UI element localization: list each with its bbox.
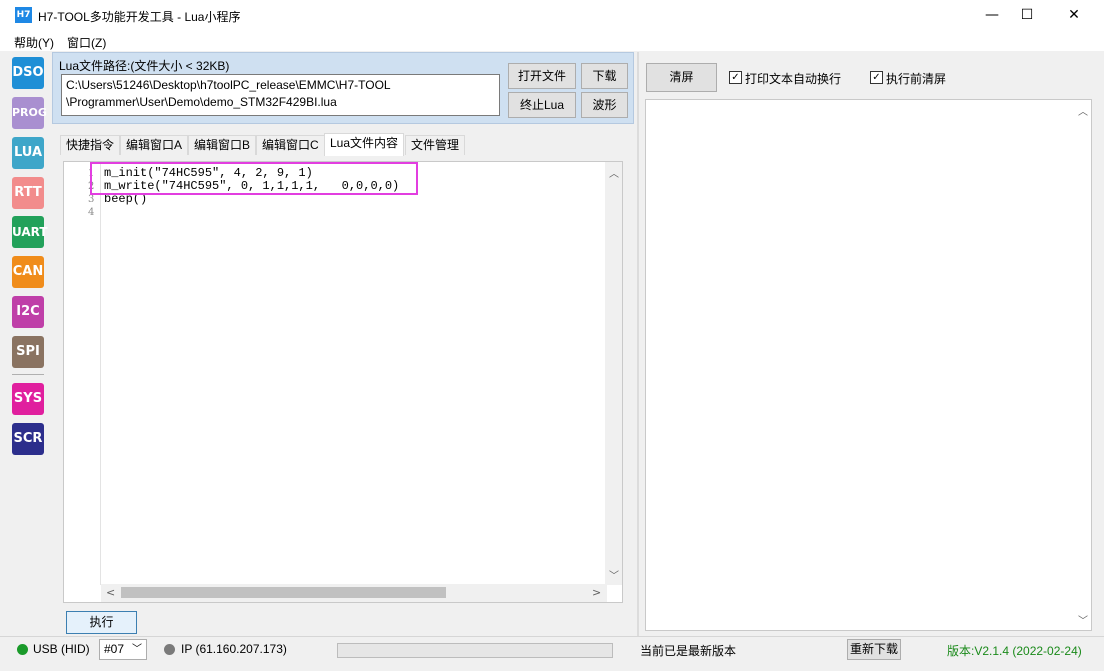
panel-splitter[interactable]: [637, 52, 639, 636]
device-select[interactable]: #07 ﹀: [99, 639, 147, 660]
clear-before-run-checkbox[interactable]: ✓: [870, 71, 883, 84]
sidebar-item-prog[interactable]: PROG: [12, 97, 47, 129]
sidebar-item-lua[interactable]: LUA: [12, 137, 44, 169]
tab-edit-a[interactable]: 编辑窗口A: [120, 135, 189, 155]
line-number-gutter: 1 2 3 4: [64, 162, 101, 585]
scroll-down-icon[interactable]: ﹀: [609, 567, 619, 582]
status-bar: USB (HID) #07 ﹀ IP (61.160.207.173) 当前已是…: [0, 636, 1104, 661]
scroll-down-icon[interactable]: ﹀: [1078, 612, 1088, 627]
chevron-down-icon: ﹀: [132, 644, 142, 655]
scroll-left-icon[interactable]: <: [106, 586, 115, 599]
line-number: 4: [88, 207, 95, 218]
scroll-right-icon[interactable]: >: [592, 586, 601, 599]
download-button[interactable]: 下载: [581, 63, 628, 89]
sidebar-item-uart[interactable]: UART: [12, 216, 48, 248]
waveform-button[interactable]: 波形: [581, 92, 628, 118]
clear-before-run-label: 执行前清屏: [886, 72, 947, 86]
sidebar-item-scr[interactable]: SCR: [12, 423, 44, 455]
output-vertical-scrollbar[interactable]: ︿ ﹀: [1074, 100, 1091, 630]
clear-screen-button[interactable]: 清屏: [646, 63, 717, 92]
code-highlight-box: [90, 162, 418, 195]
download-progress-bar: [337, 643, 613, 658]
lua-path-panel: Lua文件路径:(文件大小 < 32KB) C:\Users\51246\Des…: [52, 52, 634, 124]
execute-button[interactable]: 执行: [66, 611, 137, 634]
window-title: H7-TOOL多功能开发工具 - Lua小程序: [38, 10, 241, 24]
lua-path-field[interactable]: C:\Users\51246\Desktop\h7toolPC_release\…: [61, 74, 500, 116]
sidebar-item-rtt[interactable]: RTT: [12, 177, 44, 209]
sidebar-item-spi[interactable]: SPI: [12, 336, 44, 368]
ip-status-icon: [164, 644, 175, 655]
update-status: 当前已是最新版本: [640, 644, 737, 658]
sidebar-item-sys[interactable]: SYS: [12, 383, 44, 415]
close-button[interactable]: ✕: [1051, 0, 1097, 31]
tab-quick-commands[interactable]: 快捷指令: [60, 135, 121, 155]
app-icon: H7: [15, 7, 32, 23]
menu-window[interactable]: 窗口(Z): [67, 34, 106, 51]
sidebar-divider: [12, 374, 44, 375]
redownload-button[interactable]: 重新下载: [847, 639, 901, 660]
usb-status-icon: [17, 644, 28, 655]
scroll-up-icon[interactable]: ︿: [1078, 103, 1088, 118]
tab-lua-file-content[interactable]: Lua文件内容: [324, 133, 405, 156]
lua-path-label: Lua文件路径:(文件大小 < 32KB): [59, 59, 230, 73]
menu-bar: 帮助(Y) 窗口(Z): [0, 31, 1104, 51]
line-number: 3: [88, 194, 95, 205]
tab-file-manager[interactable]: 文件管理: [405, 135, 466, 155]
sidebar-item-can[interactable]: CAN: [12, 256, 44, 288]
tab-edit-b[interactable]: 编辑窗口B: [188, 135, 257, 155]
output-toolbar: 清屏 ✓ 打印文本自动换行 ✓ 执行前清屏: [640, 55, 1092, 97]
menu-help[interactable]: 帮助(Y): [14, 34, 54, 51]
version-label: 版本:V2.1.4 (2022-02-24): [947, 644, 1082, 658]
wrap-checkbox-label: 打印文本自动换行: [745, 72, 842, 86]
stop-lua-button[interactable]: 终止Lua: [508, 92, 576, 118]
lua-path-line2: \Programmer\User\Demo\demo_STM32F429BI.l…: [66, 95, 337, 109]
title-bar: H7 H7-TOOL多功能开发工具 - Lua小程序 — ☐ ✕: [0, 0, 1104, 31]
device-select-value: #07: [104, 642, 125, 656]
horizontal-scroll-thumb[interactable]: [121, 587, 446, 598]
open-file-button[interactable]: 打开文件: [508, 63, 576, 89]
editor-vertical-scrollbar[interactable]: ︿ ﹀: [605, 162, 622, 585]
scroll-up-icon[interactable]: ︿: [609, 165, 619, 180]
sidebar-item-i2c[interactable]: I2C: [12, 296, 44, 328]
wrap-checkbox[interactable]: ✓: [729, 71, 742, 84]
maximize-button[interactable]: ☐: [1004, 0, 1050, 31]
sidebar-item-dso[interactable]: DSO: [12, 57, 44, 89]
code-editor[interactable]: 1 2 3 4 m_init("74HC595", 4, 2, 9, 1) m_…: [63, 161, 623, 603]
lua-path-line1: C:\Users\51246\Desktop\h7toolPC_release\…: [66, 78, 391, 92]
tab-edit-c[interactable]: 编辑窗口C: [256, 135, 325, 155]
usb-status: USB (HID): [33, 642, 90, 656]
ip-status: IP (61.160.207.173): [181, 642, 287, 656]
output-console[interactable]: ︿ ﹀: [645, 99, 1092, 631]
sidebar: DSO PROG LUA RTT UART CAN I2C SPI SYS SC…: [8, 52, 50, 632]
editor-horizontal-scrollbar[interactable]: < >: [101, 584, 607, 602]
